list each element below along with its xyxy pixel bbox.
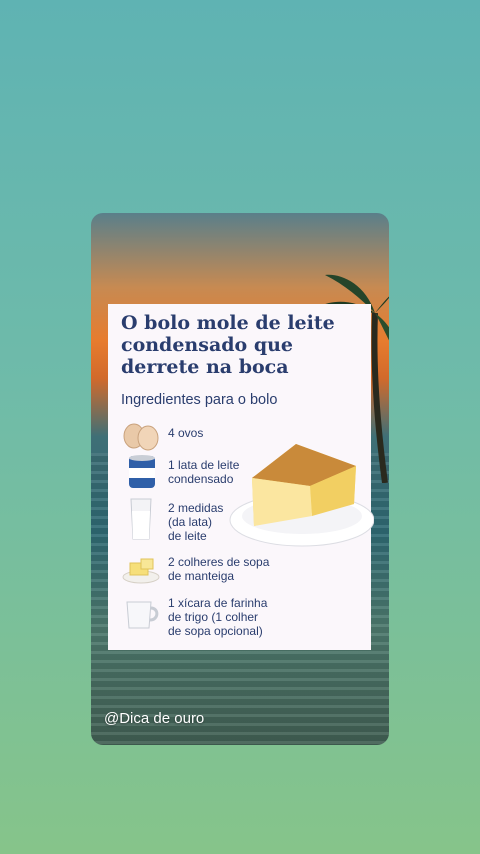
- ingredient-text: 4 ovos: [168, 426, 204, 440]
- milk-glass-icon: [130, 498, 152, 540]
- cake-slice-image: [229, 444, 374, 547]
- recipe-card: O bolo mole de leite condensado que derr…: [108, 304, 374, 650]
- eggs-icon: [123, 423, 159, 451]
- ingredients-heading: Ingredientes para o bolo: [121, 392, 278, 408]
- author-handle: @Dica de ouro: [104, 710, 205, 727]
- ingredient-text: 2 colheres de sopa de manteiga: [168, 555, 270, 583]
- ingredient-text: 1 xícara de farinha de trigo (1 colher d…: [168, 596, 268, 638]
- recipe-title: O bolo mole de leite condensado que derr…: [121, 312, 335, 378]
- condensed-milk-can-icon: [129, 455, 155, 488]
- butter-icon: [122, 558, 160, 584]
- cup-icon: [126, 601, 159, 629]
